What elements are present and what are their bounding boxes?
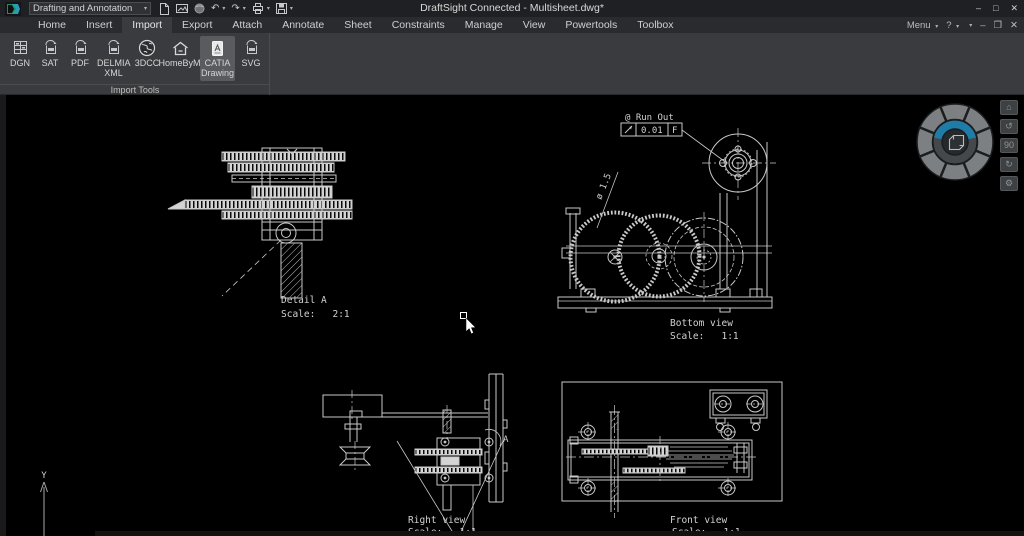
orbit-ccw-button[interactable]: ↺ bbox=[1000, 119, 1018, 134]
tab-attach[interactable]: Attach bbox=[222, 17, 272, 33]
ribbon-group-label: Import Tools bbox=[0, 84, 270, 95]
window-title: DraftSight Connected - Multisheet.dwg* bbox=[420, 2, 604, 14]
chevron-down-icon: ▾ bbox=[144, 5, 147, 12]
quick-access-toolbar: ↶▾ ↷▾ ▾ ▾ bbox=[159, 3, 293, 15]
canvas-left-border bbox=[0, 95, 6, 536]
detail-a-view bbox=[168, 148, 352, 298]
settings-button[interactable]: ⚙ bbox=[1000, 176, 1018, 191]
import-dgn-button[interactable]: DGN bbox=[6, 36, 34, 71]
doc-close-button[interactable]: ✕ bbox=[1010, 20, 1018, 31]
runout-datum: F bbox=[672, 126, 677, 136]
catia-drawing-icon bbox=[209, 38, 226, 58]
draftsight-window: Drafting and Annotation ▾ ↶▾ ↷▾ ▾ bbox=[0, 0, 1024, 536]
menu-button[interactable]: Menu ▾ bbox=[907, 20, 938, 31]
tab-export[interactable]: Export bbox=[172, 17, 222, 33]
export-image-icon[interactable] bbox=[176, 3, 188, 14]
collapse-ribbon-icon[interactable]: ▾ bbox=[969, 22, 972, 29]
tab-toolbox[interactable]: Toolbox bbox=[627, 17, 683, 33]
doc-minimize-button[interactable]: – bbox=[980, 20, 985, 31]
document-window-controls: Menu ▾ ? ▾ ▾ – ❐ ✕ bbox=[907, 17, 1018, 33]
print-icon[interactable]: ▾ bbox=[252, 3, 270, 14]
chevron-down-icon: ▾ bbox=[956, 24, 959, 30]
window-controls: – □ ✕ bbox=[976, 1, 1018, 16]
chevron-down-icon: ▾ bbox=[267, 5, 270, 12]
chevron-down-icon: ▾ bbox=[290, 5, 293, 12]
orbit-cw-button[interactable]: ↻ bbox=[1000, 157, 1018, 172]
redo-icon[interactable]: ↷▾ bbox=[231, 4, 245, 14]
import-pdf-button[interactable]: PDF bbox=[66, 36, 94, 71]
right-view bbox=[323, 374, 507, 536]
runout-title: @ Run Out bbox=[625, 113, 674, 123]
tab-manage[interactable]: Manage bbox=[455, 17, 513, 33]
view-tools-toolbar: ⌂ ↺ 90 ↻ ⚙ bbox=[1000, 100, 1018, 191]
workspace-selector[interactable]: Drafting and Annotation ▾ bbox=[29, 2, 151, 15]
import-catia-drawing-button[interactable]: CATIA Drawing bbox=[200, 36, 235, 81]
navigation-wheel[interactable] bbox=[915, 101, 995, 185]
detail-marker: A bbox=[503, 435, 509, 445]
workspace-label: Drafting and Annotation bbox=[33, 3, 142, 14]
chevron-down-icon: ▾ bbox=[243, 5, 246, 12]
tab-view[interactable]: View bbox=[513, 17, 556, 33]
tab-sheet[interactable]: Sheet bbox=[334, 17, 381, 33]
drawing-viewport[interactable]: Detail A Scale: 2:1 @ Run Out 0.01 F bbox=[0, 95, 1024, 536]
canvas-bottom-border bbox=[95, 531, 1024, 536]
svg-file-icon bbox=[243, 38, 260, 58]
chevron-down-icon: ▾ bbox=[935, 24, 938, 30]
pdf-file-icon bbox=[72, 38, 89, 58]
tab-home[interactable]: Home bbox=[28, 17, 76, 33]
tab-constraints[interactable]: Constraints bbox=[382, 17, 455, 33]
multisheet-drawing: Detail A Scale: 2:1 @ Run Out 0.01 F bbox=[0, 95, 1024, 536]
detail-a-scale: Scale: 2:1 bbox=[281, 309, 350, 320]
ucs-y-label: Y bbox=[41, 471, 47, 481]
front-view bbox=[562, 382, 782, 518]
front-view-title: Front view bbox=[670, 515, 727, 526]
undo-icon[interactable]: ↶▾ bbox=[211, 4, 225, 14]
home-view-button[interactable]: ⌂ bbox=[1000, 100, 1018, 115]
draftsight-logo-icon bbox=[5, 2, 23, 16]
import-3dcc-button[interactable]: 3DCC bbox=[133, 36, 161, 71]
title-bar: Drafting and Annotation ▾ ↶▾ ↷▾ ▾ bbox=[0, 0, 1024, 17]
minimize-button[interactable]: – bbox=[976, 1, 981, 16]
right-view-title: Right view bbox=[408, 515, 465, 526]
ribbon-tab-bar: Home Insert Import Export Attach Annotat… bbox=[0, 17, 1024, 33]
house-icon bbox=[171, 38, 190, 58]
bottom-view bbox=[558, 128, 776, 312]
doc-restore-button[interactable]: ❐ bbox=[994, 20, 1003, 31]
close-button[interactable]: ✕ bbox=[1010, 1, 1018, 16]
ribbon-tabs: Home Insert Import Export Attach Annotat… bbox=[28, 17, 683, 33]
runout-tolerance: 0.01 bbox=[641, 126, 663, 136]
globe-icon bbox=[138, 38, 156, 58]
new-drawing-icon[interactable] bbox=[159, 3, 170, 15]
bottom-view-scale: Scale: 1:1 bbox=[670, 331, 739, 342]
dgn-file-icon bbox=[12, 38, 29, 58]
import-delmia-xml-button[interactable]: DELMIA XML bbox=[96, 36, 131, 81]
detail-a-title: Detail A bbox=[281, 295, 327, 306]
sat-file-icon bbox=[42, 38, 59, 58]
tab-powertools[interactable]: Powertools bbox=[555, 17, 627, 33]
tab-insert[interactable]: Insert bbox=[76, 17, 122, 33]
tab-annotate[interactable]: Annotate bbox=[272, 17, 334, 33]
bottom-view-title: Bottom view bbox=[670, 318, 733, 329]
delmia-xml-file-icon bbox=[105, 38, 122, 58]
ucs-y-axis bbox=[41, 482, 48, 536]
diameter-dimension: ø 1.5 bbox=[595, 172, 614, 201]
rotate-90-button[interactable]: 90 bbox=[1000, 138, 1018, 153]
import-homebyme-button[interactable]: HomeByMe bbox=[163, 36, 198, 71]
import-svg-button[interactable]: SVG bbox=[237, 36, 265, 71]
chevron-down-icon: ▾ bbox=[222, 5, 225, 12]
crosshair-cursor bbox=[461, 313, 476, 334]
import-tools-group: DGN SAT PDF bbox=[0, 33, 270, 95]
import-sat-button[interactable]: SAT bbox=[36, 36, 64, 71]
save-icon[interactable]: ▾ bbox=[276, 3, 293, 14]
help-button[interactable]: ? ▾ bbox=[946, 20, 959, 31]
maximize-button[interactable]: □ bbox=[993, 1, 998, 16]
tab-import[interactable]: Import bbox=[122, 17, 172, 33]
ribbon: DGN SAT PDF bbox=[0, 33, 1024, 95]
view-cube-icon bbox=[950, 136, 964, 150]
render-sphere-icon[interactable] bbox=[194, 3, 205, 14]
